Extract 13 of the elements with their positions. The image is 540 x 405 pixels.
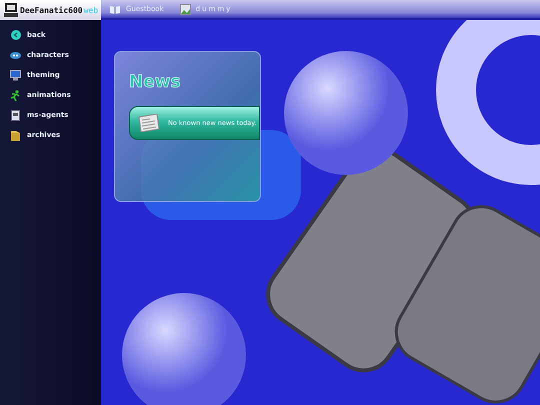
computer-icon [3, 2, 19, 18]
newspaper-icon [138, 114, 160, 132]
image-icon [180, 4, 191, 14]
book-icon [109, 4, 121, 14]
running-figure-icon [10, 90, 21, 100]
site-suffix: web [84, 6, 98, 14]
site-name: DeeFanatic600 [20, 6, 83, 14]
folder-icon [11, 130, 20, 140]
monitor-icon [10, 70, 21, 80]
blob-icon [10, 52, 21, 58]
document-icon [11, 110, 20, 120]
news-title: News [129, 72, 181, 92]
circle-icon [10, 30, 20, 40]
